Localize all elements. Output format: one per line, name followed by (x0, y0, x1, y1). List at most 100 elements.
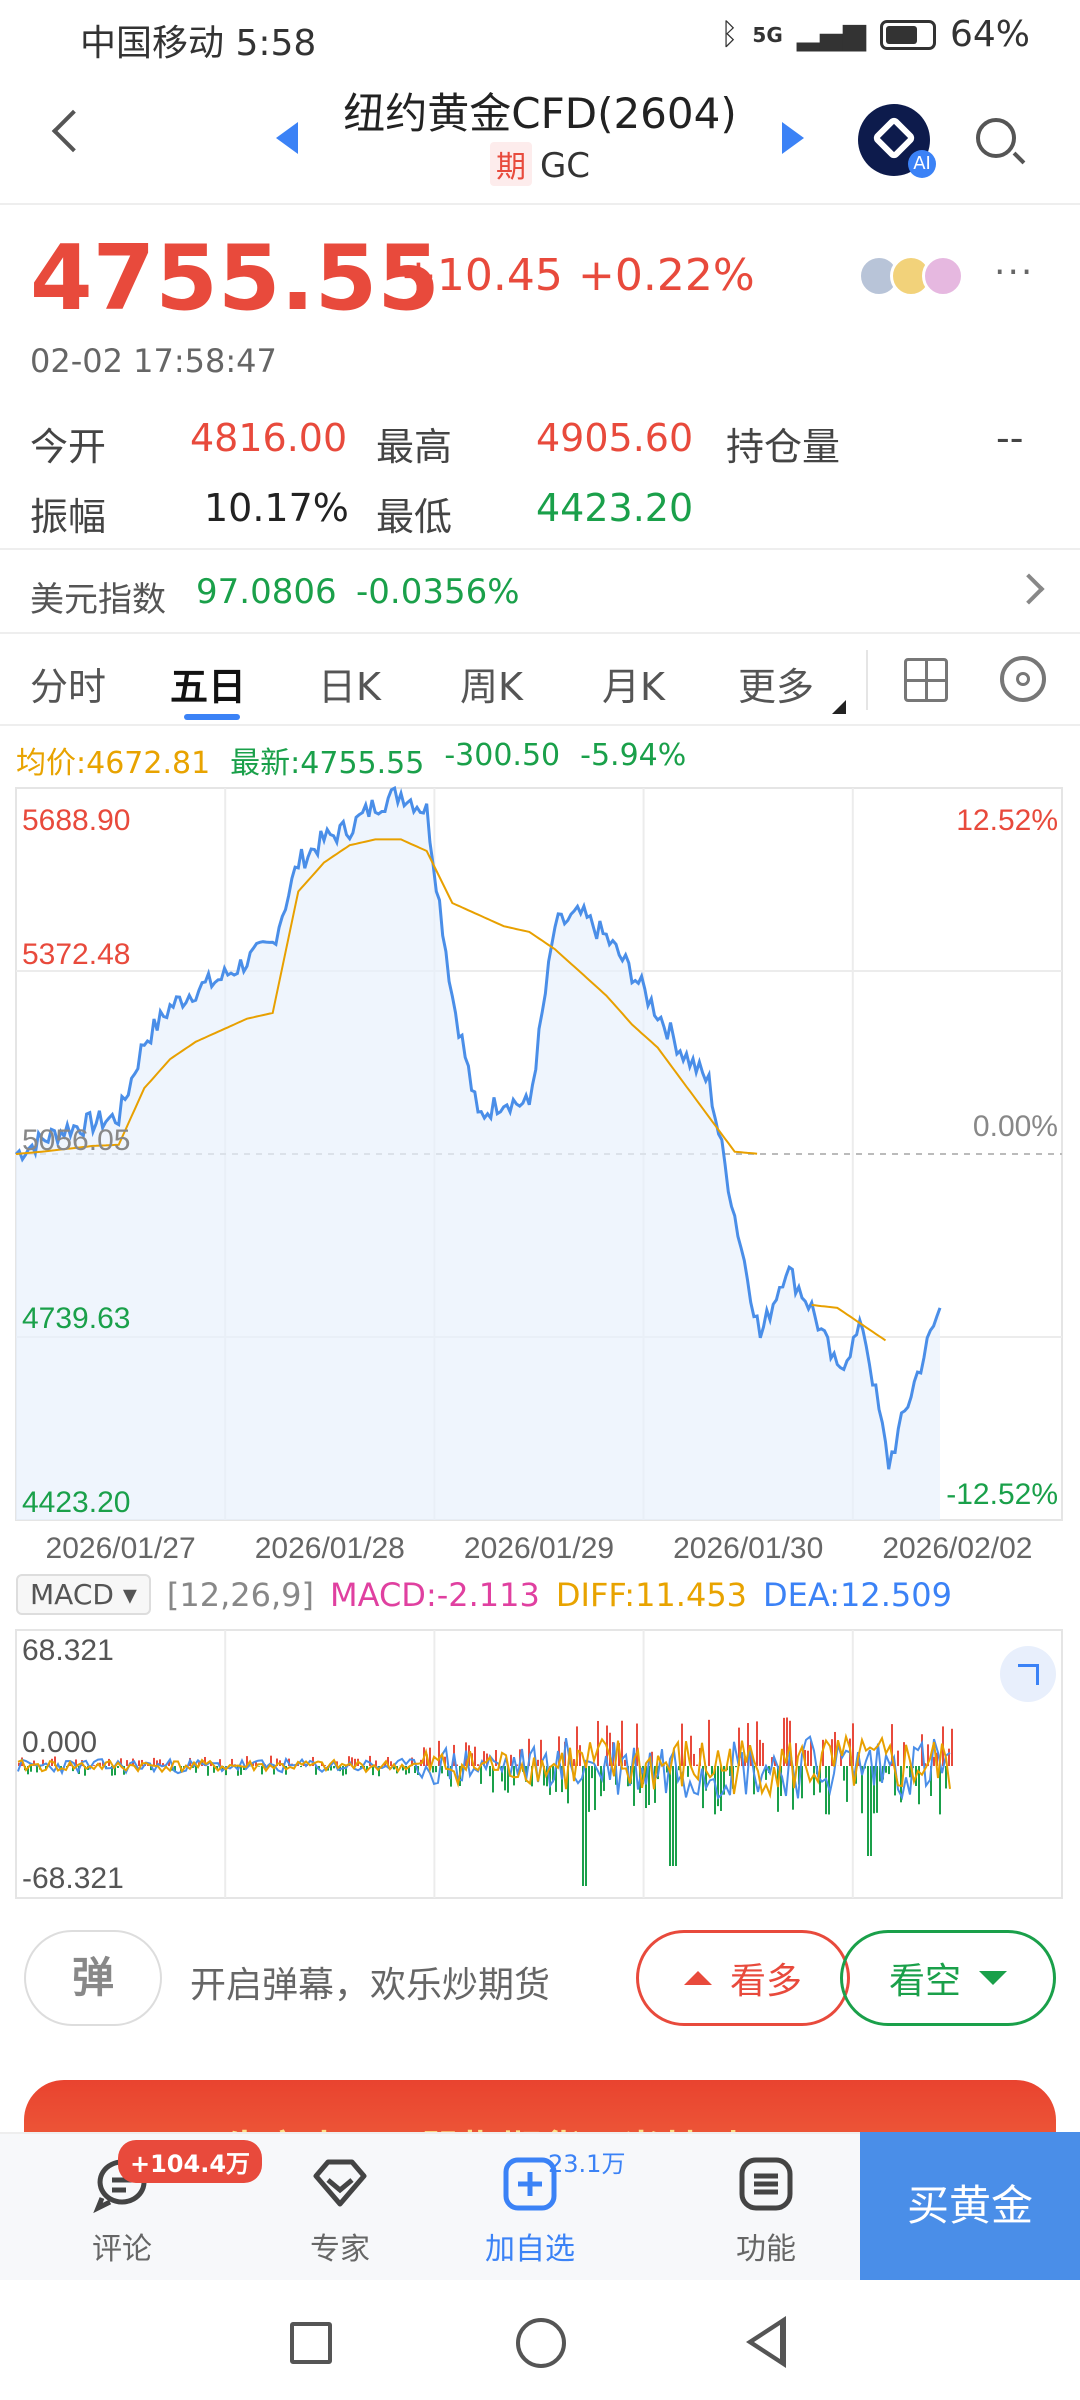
nav-functions[interactable]: 功能 (686, 2134, 846, 2282)
macd-bar (717, 1766, 719, 1807)
open-value: 4816.00 (190, 416, 348, 460)
danmu-toggle-button[interactable]: 弹 (24, 1930, 162, 2026)
arrow-up-icon (683, 1971, 712, 1985)
macd-bar (888, 1766, 890, 1775)
macd-bar (807, 1750, 809, 1766)
macd-bar (636, 1723, 638, 1766)
last-price: 4755.55 (30, 226, 440, 331)
macd-bar (93, 1765, 95, 1766)
carrier-time: 中国移动 5:58 (80, 23, 317, 64)
amp-value: 10.17% (204, 486, 349, 530)
ai-assistant-button[interactable]: AI (858, 104, 936, 178)
macd-bar (906, 1766, 908, 1769)
diff-value: DIFF:11.453 (555, 1575, 748, 1614)
nav-experts[interactable]: 专家 (260, 2134, 420, 2282)
indicator-select[interactable]: MACD ▾ (16, 1574, 151, 1615)
macd-params: [12,26,9] (166, 1575, 315, 1614)
buy-gold-button[interactable]: 买黄金 (860, 2132, 1080, 2280)
nav-functions-label: 功能 (736, 2232, 796, 2267)
oi-value: -- (996, 416, 1024, 460)
home-icon[interactable] (516, 2318, 566, 2368)
next-contract-icon[interactable] (782, 122, 804, 154)
x-tick-label: 2026/01/28 (255, 1532, 405, 1560)
x-tick-label: 2026/01/29 (464, 1532, 614, 1560)
macd-bar (669, 1766, 671, 1866)
y-pct-tick-label: -12.52% (946, 1478, 1058, 1511)
macd-bar (261, 1766, 263, 1775)
y-pct-tick-label: 0.00% (973, 1110, 1058, 1143)
y-tick-label: 5056.05 (22, 1124, 130, 1157)
usd-index-row[interactable]: 美元指数 97.0806 -0.0356% (0, 548, 1080, 634)
recent-apps-icon[interactable] (290, 2322, 332, 2364)
tab-more[interactable]: 更多 (738, 656, 814, 711)
macd-chart[interactable]: 68.321 0.000 -68.321 (0, 1622, 1080, 1902)
period-tabs: 分时 五日 日K 周K 月K 更多 (0, 634, 1080, 726)
quote-row-1: 今开 4816.00 最高 4905.60 持仓量 -- (30, 416, 1023, 471)
latest-price: 最新:4755.55 (230, 746, 425, 781)
y-tick-label: 5372.48 (22, 938, 130, 971)
diamond-icon (313, 2159, 367, 2207)
menu-icon (739, 2157, 793, 2211)
tab-intraday[interactable]: 分时 (30, 656, 106, 711)
macd-bar (513, 1766, 515, 1786)
arrow-down-icon (979, 1971, 1007, 1985)
bearish-button[interactable]: 看空 (840, 1930, 1056, 2026)
macd-bar (720, 1766, 722, 1811)
macd-bar (687, 1766, 689, 1777)
price-change-pct: +0.22% (578, 250, 755, 301)
chevron-right-icon (1013, 573, 1045, 605)
y-tick-label: 4739.63 (22, 1302, 130, 1335)
macd-bar (624, 1759, 626, 1766)
macd-bar (885, 1766, 887, 1773)
ai-label: AI (908, 150, 936, 178)
low-value: 4423.20 (536, 486, 694, 530)
macd-bar (588, 1766, 590, 1812)
usd-index-change: -0.0356% (356, 572, 520, 612)
macd-bar (843, 1766, 845, 1781)
macd-bar (582, 1766, 584, 1886)
macd-bar (477, 1764, 479, 1766)
x-tick-label: 2026/01/27 (46, 1532, 196, 1560)
five-day-price-chart[interactable]: 5688.90 5372.48 5056.05 4739.63 4423.20 12.52… (0, 780, 1080, 1560)
settings-icon[interactable] (1000, 656, 1046, 702)
nav-comments-label: 评论 (92, 2232, 152, 2267)
macd-y-tick-label: -68.321 (22, 1862, 124, 1895)
battery-percent: 64% (949, 14, 1030, 55)
macd-bar (597, 1720, 599, 1766)
period-change-pct: -5.94% (580, 738, 687, 773)
macd-bar (876, 1766, 878, 1813)
macd-bar (126, 1760, 128, 1766)
macd-bar (948, 1748, 950, 1766)
indicator-select-value: MACD (30, 1578, 114, 1611)
tab-daily-k[interactable]: 日K (318, 656, 381, 711)
bullish-button[interactable]: 看多 (636, 1930, 850, 2026)
macd-bar (735, 1766, 737, 1768)
macd-y-tick-label: 0.000 (22, 1726, 97, 1759)
open-label: 今开 (30, 425, 107, 469)
usd-index-value: 97.0806 (196, 572, 337, 612)
tab-five-day[interactable]: 五日 (170, 656, 246, 711)
active-tab-indicator (184, 714, 240, 720)
macd-bar (933, 1756, 935, 1766)
discussion-avatars[interactable] (858, 255, 964, 297)
tab-monthly-k[interactable]: 月K (602, 656, 665, 711)
macd-bar (594, 1766, 596, 1811)
macd-bar (432, 1766, 434, 1773)
search-icon[interactable] (976, 118, 1016, 158)
macd-bar (390, 1761, 392, 1766)
macd-bar (681, 1723, 683, 1766)
avg-price: 均价:4672.81 (16, 746, 211, 781)
macd-bar (951, 1728, 953, 1766)
tab-divider (866, 650, 868, 710)
back-nav-icon[interactable] (746, 2316, 786, 2368)
bearish-label: 看空 (888, 1961, 961, 2002)
dea-value: DEA:12.509 (763, 1575, 952, 1614)
comments-count-badge: +104.4万 (118, 2140, 263, 2183)
layout-icon[interactable] (904, 658, 948, 702)
contract-code: GC (539, 146, 591, 186)
macd-value: MACD:-2.113 (330, 1575, 540, 1614)
nav-add-watchlist-label: 加自选 (485, 2232, 575, 2267)
more-icon[interactable]: ··· (994, 252, 1034, 293)
tab-weekly-k[interactable]: 周K (460, 656, 523, 711)
expand-chart-icon[interactable] (1000, 1646, 1056, 1702)
